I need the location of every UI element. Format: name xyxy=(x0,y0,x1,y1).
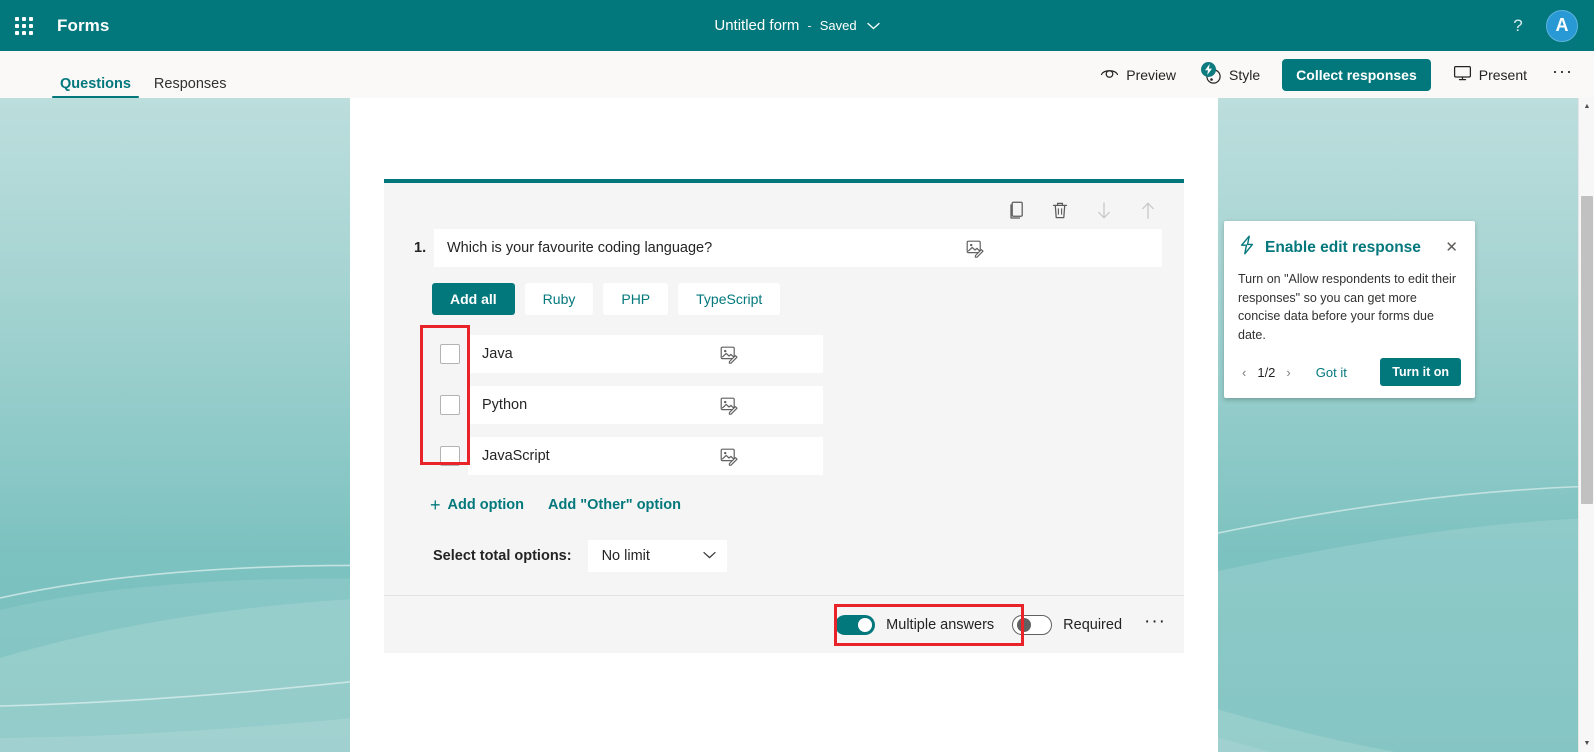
option-input-javascript[interactable]: JavaScript xyxy=(468,437,823,475)
checkbox-java[interactable] xyxy=(440,344,460,364)
option-label: JavaScript xyxy=(482,448,550,464)
suggestion-typescript[interactable]: TypeScript xyxy=(678,283,781,315)
add-option-label: Add option xyxy=(447,497,525,513)
scrollbar-down-arrow-icon[interactable]: ▼ xyxy=(1579,735,1594,752)
command-bar-actions: Preview Style Collect responses Present … xyxy=(1090,51,1582,98)
option-checkbox-cell xyxy=(432,395,468,415)
required-label: Required xyxy=(1063,616,1123,633)
coachmark-prev-icon[interactable]: ‹ xyxy=(1238,363,1250,382)
option-label: Python xyxy=(482,397,528,413)
eye-icon xyxy=(1100,66,1119,83)
suggested-options: Add all Ruby PHP TypeScript xyxy=(384,267,1184,315)
coachmark-title: Enable edit response xyxy=(1265,238,1421,256)
coachmark-footer: ‹ 1/2 › Got it Turn it on xyxy=(1238,358,1461,386)
option-checkbox-cell xyxy=(432,344,468,364)
close-icon[interactable]: ✕ xyxy=(1442,238,1461,257)
command-bar: Questions Responses Preview Style Collec… xyxy=(0,51,1594,98)
app-launcher-waffle-icon[interactable] xyxy=(0,0,48,51)
select-total-options-dropdown[interactable]: No limit xyxy=(587,540,727,572)
question-more-options-button[interactable]: ··· xyxy=(1144,612,1166,637)
select-total-options-label: Select total options: xyxy=(433,548,572,564)
help-icon[interactable]: ? xyxy=(1504,12,1532,40)
topbar-actions: ? A xyxy=(1504,0,1594,51)
coachmark-header: Enable edit response ✕ xyxy=(1238,235,1461,260)
insert-image-icon[interactable] xyxy=(647,343,812,365)
coachmark-panel: Enable edit response ✕ Turn on "Allow re… xyxy=(1224,221,1475,398)
scrollbar-up-arrow-icon[interactable]: ▲ xyxy=(1579,98,1594,115)
options-list: Java Python JavaScript xyxy=(384,315,1184,475)
option-input-python[interactable]: Python xyxy=(468,386,823,424)
suggestion-php[interactable]: PHP xyxy=(603,283,669,315)
option-row: JavaScript xyxy=(432,437,1184,475)
option-input-java[interactable]: Java xyxy=(468,335,823,373)
present-screen-icon xyxy=(1453,65,1472,84)
delete-icon[interactable] xyxy=(1049,199,1071,221)
present-button[interactable]: Present xyxy=(1443,59,1537,90)
tab-responses[interactable]: Responses xyxy=(146,76,235,99)
style-label: Style xyxy=(1229,66,1261,83)
required-toggle[interactable] xyxy=(1012,614,1053,635)
move-down-icon[interactable] xyxy=(1093,199,1115,221)
add-other-option-button[interactable]: Add "Other" option xyxy=(548,497,681,513)
coachmark-next-icon[interactable]: › xyxy=(1282,363,1294,382)
form-canvas: 1. Which is your favourite coding langua… xyxy=(0,98,1594,752)
suggestion-ruby[interactable]: Ruby xyxy=(524,283,594,315)
select-total-options-value: No limit xyxy=(601,548,650,564)
style-badge xyxy=(1201,61,1217,77)
question-card-footer: Multiple answers Required ··· xyxy=(384,595,1184,653)
present-label: Present xyxy=(1478,66,1528,83)
plus-icon: + xyxy=(430,495,441,515)
style-palette-icon xyxy=(1201,61,1222,85)
preview-label: Preview xyxy=(1126,66,1177,83)
checkbox-python[interactable] xyxy=(440,395,460,415)
collect-responses-button[interactable]: Collect responses xyxy=(1282,58,1431,91)
coachmark-body: Turn on "Allow respondents to edit their… xyxy=(1238,272,1456,342)
chevron-down-icon xyxy=(702,550,716,562)
form-title[interactable]: Untitled form xyxy=(714,17,799,34)
question-text-input[interactable]: Which is your favourite coding language? xyxy=(434,229,1162,267)
option-row: Python xyxy=(432,386,1184,424)
multiple-answers-toggle[interactable] xyxy=(835,614,876,635)
multiple-answers-toggle-group: Multiple answers xyxy=(835,614,995,635)
vertical-scrollbar[interactable]: ▲ ▼ xyxy=(1578,98,1594,752)
title-separator: - xyxy=(807,18,812,33)
add-option-row: + Add option Add "Other" option xyxy=(384,488,1184,514)
coachmark-got-it-button[interactable]: Got it xyxy=(1316,365,1347,380)
question-row: 1. Which is your favourite coding langua… xyxy=(384,223,1184,267)
scrollbar-thumb[interactable] xyxy=(1581,196,1593,504)
more-options-button[interactable]: ··· xyxy=(1543,60,1582,89)
lightning-bolt-icon xyxy=(1238,235,1256,260)
tab-strip: Questions Responses xyxy=(52,51,234,98)
insert-image-icon[interactable] xyxy=(647,445,812,467)
total-options-row: Select total options: No limit xyxy=(384,514,1184,572)
coachmark-page-indicator: 1/2 xyxy=(1257,364,1276,380)
insert-image-icon[interactable] xyxy=(799,237,1151,259)
checkbox-javascript[interactable] xyxy=(440,446,460,466)
option-row: Java xyxy=(432,335,1184,373)
suggestion-add-all[interactable]: Add all xyxy=(432,283,515,315)
brand-title: Forms xyxy=(57,15,110,35)
preview-button[interactable]: Preview xyxy=(1090,60,1186,89)
question-text: Which is your favourite coding language? xyxy=(447,240,713,256)
required-toggle-group: Required xyxy=(1012,614,1123,635)
question-number: 1. xyxy=(414,240,427,256)
option-checkbox-cell xyxy=(432,446,468,466)
coachmark-turn-it-on-button[interactable]: Turn it on xyxy=(1380,358,1461,386)
move-up-icon[interactable] xyxy=(1137,199,1159,221)
save-status: Saved xyxy=(819,18,857,33)
insert-image-icon[interactable] xyxy=(647,394,812,416)
multiple-answers-label: Multiple answers xyxy=(886,616,995,633)
style-button[interactable]: Style xyxy=(1192,59,1270,91)
question-card-toolbar xyxy=(384,183,1184,223)
chevron-down-icon[interactable] xyxy=(866,20,880,32)
add-option-button[interactable]: + Add option xyxy=(430,496,524,514)
avatar[interactable]: A xyxy=(1546,9,1578,42)
question-card: 1. Which is your favourite coding langua… xyxy=(384,179,1184,653)
option-label: Java xyxy=(482,346,513,362)
copy-icon[interactable] xyxy=(1005,199,1027,221)
tab-questions[interactable]: Questions xyxy=(52,76,139,99)
